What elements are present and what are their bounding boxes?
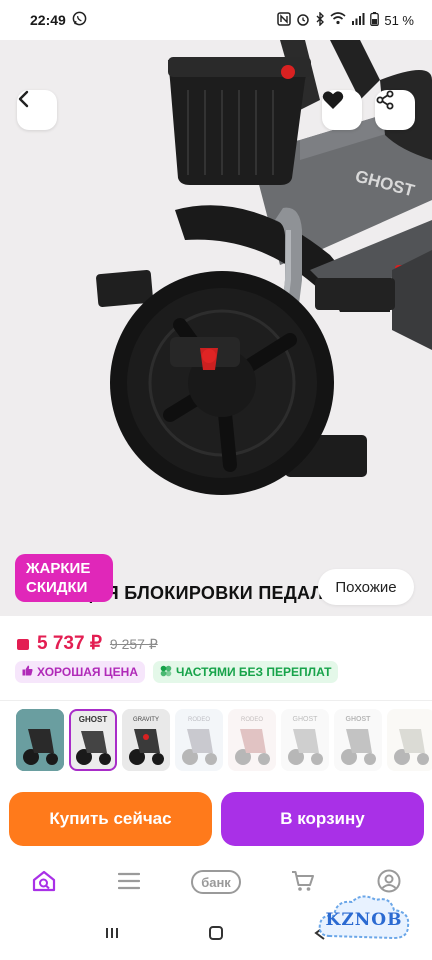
back-button[interactable] bbox=[17, 90, 57, 130]
price-section: 5 737 ₽ 9 257 ₽ ХОРОШАЯ ЦЕНА ЧАСТЯМИ БЕЗ… bbox=[0, 616, 432, 700]
menu-icon bbox=[117, 872, 141, 895]
nav-home[interactable] bbox=[30, 870, 58, 896]
thumbnail-label: RODEO bbox=[241, 717, 263, 723]
status-bar: 22:49 51 % bbox=[0, 0, 432, 40]
battery-icon bbox=[370, 11, 380, 29]
thumbnail-label: GHOST bbox=[293, 716, 319, 723]
nav-cart[interactable] bbox=[289, 870, 317, 896]
tricycle-image: GHOST bbox=[96, 40, 432, 495]
thumbnail-label: GHOST bbox=[79, 715, 108, 724]
favorite-button[interactable] bbox=[322, 90, 362, 130]
add-to-cart-button[interactable]: В корзину bbox=[221, 792, 424, 846]
home-square-icon bbox=[208, 925, 224, 946]
installments-label: ЧАСТЯМИ БЕЗ ПЕРЕПЛАТ bbox=[176, 665, 332, 679]
nav-catalog[interactable] bbox=[115, 870, 143, 896]
similar-button[interactable]: Похожие bbox=[318, 569, 414, 605]
thumbnail[interactable] bbox=[16, 709, 64, 771]
old-price: 9 257 ₽ bbox=[109, 636, 158, 652]
installments-chip[interactable]: ЧАСТЯМИ БЕЗ ПЕРЕПЛАТ bbox=[153, 661, 339, 683]
watermark-text: KZNOB bbox=[325, 910, 403, 930]
buy-now-button[interactable]: Купить сейчас bbox=[9, 792, 212, 846]
promo-line-1: ЖАРКИЕ bbox=[26, 560, 91, 577]
thumbnail[interactable]: RODEO bbox=[175, 709, 223, 771]
product-image-gallery[interactable]: GHOST ФУНКЦИЯ БЛОКИРОВКИ ПЕДАЛЕЙ bbox=[0, 40, 432, 616]
search-home-icon bbox=[31, 869, 57, 898]
thumbnail-label: GRAVITY bbox=[133, 717, 159, 723]
thumbnail[interactable]: GHOST bbox=[334, 709, 382, 771]
action-bar: Купить сейчас В корзину bbox=[0, 782, 432, 858]
watermark: KZNOB bbox=[316, 888, 412, 954]
promo-line-2: СКИДКИ bbox=[26, 579, 88, 596]
good-price-label: ХОРОШАЯ ЦЕНА bbox=[37, 665, 138, 679]
recent-apps-icon bbox=[104, 926, 120, 945]
bluetooth-icon bbox=[315, 10, 325, 29]
battery-level: 51 % bbox=[384, 12, 414, 28]
thumbnail-strip: GHOST GRAVITY RODEO RODEO GHOST GHOST bbox=[0, 700, 432, 782]
thumbnail[interactable]: RODEO bbox=[228, 709, 276, 771]
alarm-icon bbox=[296, 12, 310, 29]
status-time: 22:49 bbox=[30, 12, 66, 28]
thumbnail-label: GHOST bbox=[346, 716, 372, 723]
bank-label: банк bbox=[201, 874, 231, 890]
home-button[interactable] bbox=[205, 924, 227, 946]
nfc-icon bbox=[277, 11, 292, 29]
wifi-icon bbox=[330, 12, 346, 28]
cart-icon bbox=[291, 870, 315, 897]
wallet-icon bbox=[17, 639, 29, 650]
good-price-chip[interactable]: ХОРОШАЯ ЦЕНА bbox=[15, 661, 145, 683]
thumbnail[interactable]: GHOST bbox=[281, 709, 329, 771]
nav-bank[interactable]: банк bbox=[191, 870, 241, 894]
installments-icon bbox=[160, 665, 172, 680]
thumbnail[interactable] bbox=[387, 709, 432, 771]
promo-badge[interactable]: ЖАРКИЕ СКИДКИ bbox=[15, 554, 113, 602]
share-button[interactable] bbox=[375, 90, 415, 130]
signal-icon bbox=[351, 12, 365, 28]
thumbnail[interactable]: GHOST bbox=[69, 709, 117, 771]
thumbnail-label: RODEO bbox=[188, 717, 210, 723]
whatsapp-icon bbox=[72, 11, 87, 29]
thumbs-up-icon bbox=[22, 665, 33, 679]
recent-apps-button[interactable] bbox=[101, 924, 123, 946]
current-price: 5 737 ₽ bbox=[37, 633, 102, 654]
thumbnail[interactable]: GRAVITY bbox=[122, 709, 170, 771]
